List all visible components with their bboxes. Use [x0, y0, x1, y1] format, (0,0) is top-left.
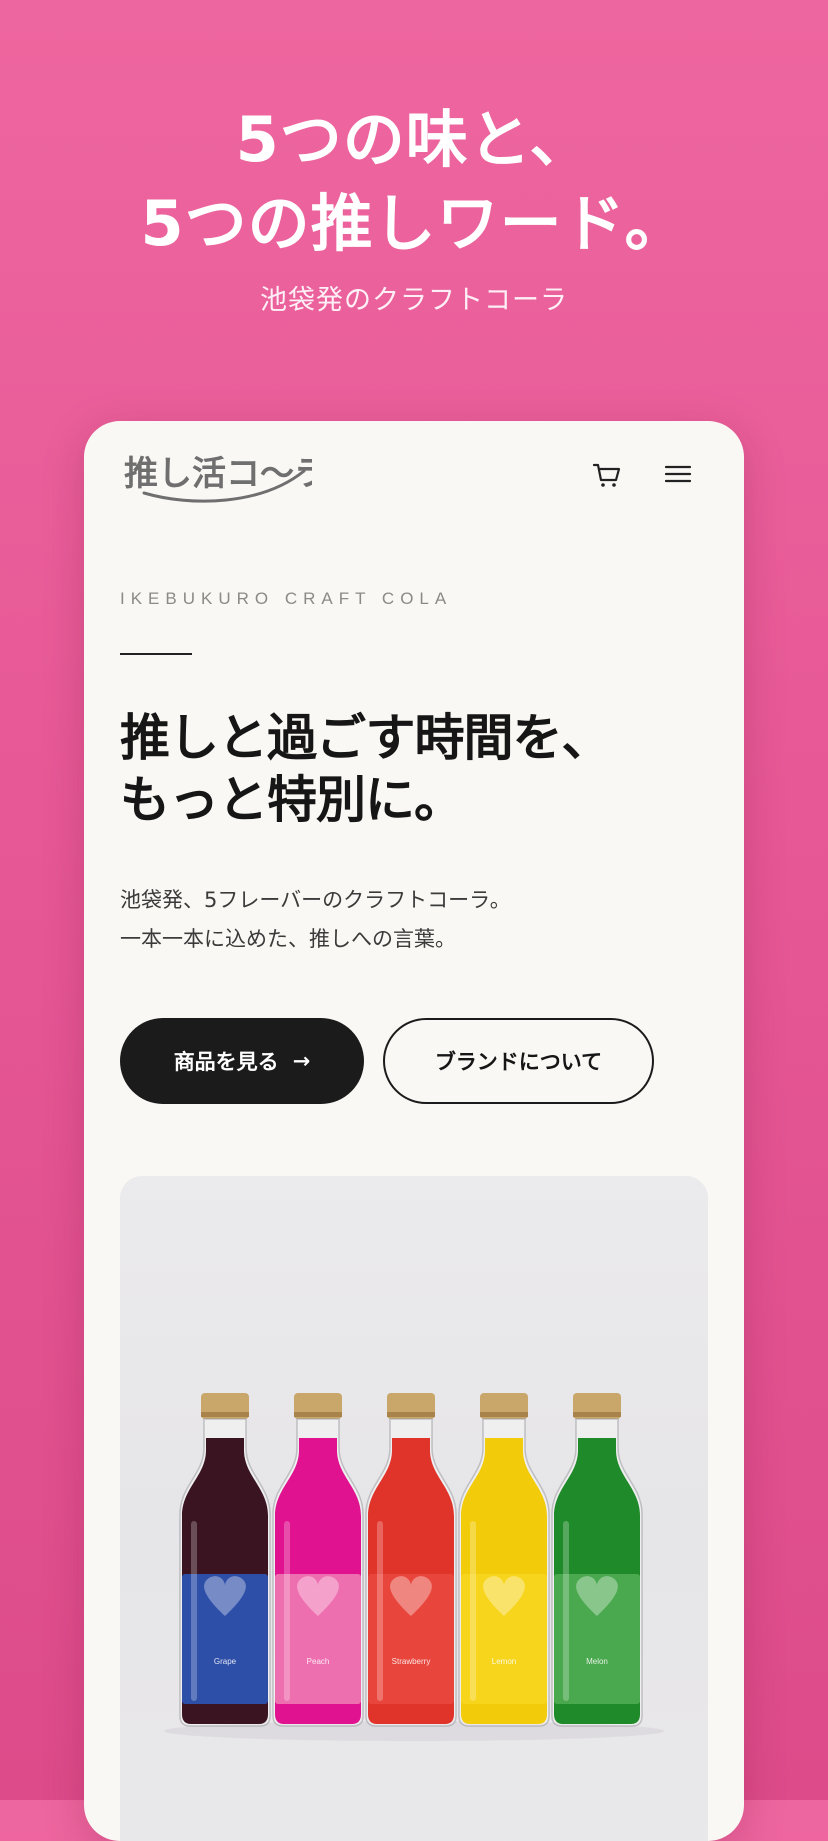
cart-icon: [592, 463, 621, 487]
site-header: 推し活コ〜ラ: [84, 421, 744, 531]
menu-button[interactable]: [660, 456, 696, 492]
hero-title-line-1: 5つの味と、: [235, 103, 593, 176]
bottle-highlight: [377, 1521, 383, 1701]
bottle-flavor-text: Strawberry: [392, 1657, 431, 1666]
about-brand-button[interactable]: ブランドについて: [383, 1018, 654, 1104]
view-products-label: 商品を見る: [173, 1050, 279, 1074]
bottle-grape: Grape: [179, 1393, 271, 1727]
bottle-flavor-text: Melon: [586, 1657, 608, 1666]
bottle-flavor-text: Grape: [214, 1657, 237, 1666]
intro-line-2: 一本一本に込めた、推しへの言葉。: [120, 927, 456, 951]
intro-line-1: 池袋発、5フレーバーのクラフトコーラ。: [120, 888, 511, 912]
headline-line-2: もっと特別に。: [120, 771, 464, 829]
bottle-flavor-text: Lemon: [492, 1657, 516, 1666]
bottle-cap-ring: [573, 1412, 621, 1417]
intro-text: 池袋発、5フレーバーのクラフトコーラ。 一本一本に込めた、推しへの言葉。: [120, 881, 720, 959]
hero-title-line-2: 5つの推しワード。: [140, 187, 688, 260]
hero-title: 5つの味と、 5つの推しワード。: [0, 98, 828, 266]
headline-line-1: 推しと過ごす時間を、: [120, 709, 612, 767]
bottle-cap-ring: [387, 1412, 435, 1417]
cart-button[interactable]: [589, 456, 625, 492]
hamburger-menu-icon: [664, 465, 692, 483]
site-preview-card: 推し活コ〜ラ IKEBUKURO CRAFT COLA 推しと過ごす時間を、 も…: [84, 421, 744, 1841]
headline: 推しと過ごす時間を、 もっと特別に。: [120, 707, 720, 831]
bottle-lemon: Lemon: [458, 1393, 550, 1727]
bottle-highlight: [191, 1521, 197, 1701]
brand-logo-mark: 推し活コ〜ラ: [124, 454, 328, 503]
bottle-highlight: [284, 1521, 290, 1701]
bottle-melon: Melon: [551, 1393, 643, 1727]
svg-text:推し活コ〜ラ: 推し活コ〜ラ: [124, 454, 312, 494]
product-photo: Grape Peach Strawberry Lemon Melon: [120, 1176, 708, 1841]
bottle-flavor-text: Peach: [307, 1657, 330, 1666]
bottles-illustration: Grape Peach Strawberry Lemon Melon: [164, 1393, 664, 1741]
arrow-right-icon: →: [292, 1049, 311, 1073]
brand-logo[interactable]: 推し活コ〜ラ: [122, 441, 328, 511]
bottle-cap-ring: [294, 1412, 342, 1417]
hero-subtitle: 池袋発のクラフトコーラ: [260, 285, 568, 316]
bottle-strawberry: Strawberry: [365, 1393, 457, 1727]
bottle-cap-ring: [201, 1412, 249, 1417]
view-products-button[interactable]: 商品を見る →: [120, 1018, 364, 1104]
bottle-highlight: [470, 1521, 476, 1701]
bottle-cap-ring: [480, 1412, 528, 1417]
bottle-highlight: [563, 1521, 569, 1701]
divider: [120, 653, 192, 655]
bottle-peach: Peach: [272, 1393, 364, 1727]
eyebrow-text: IKEBUKURO CRAFT COLA: [120, 589, 453, 608]
